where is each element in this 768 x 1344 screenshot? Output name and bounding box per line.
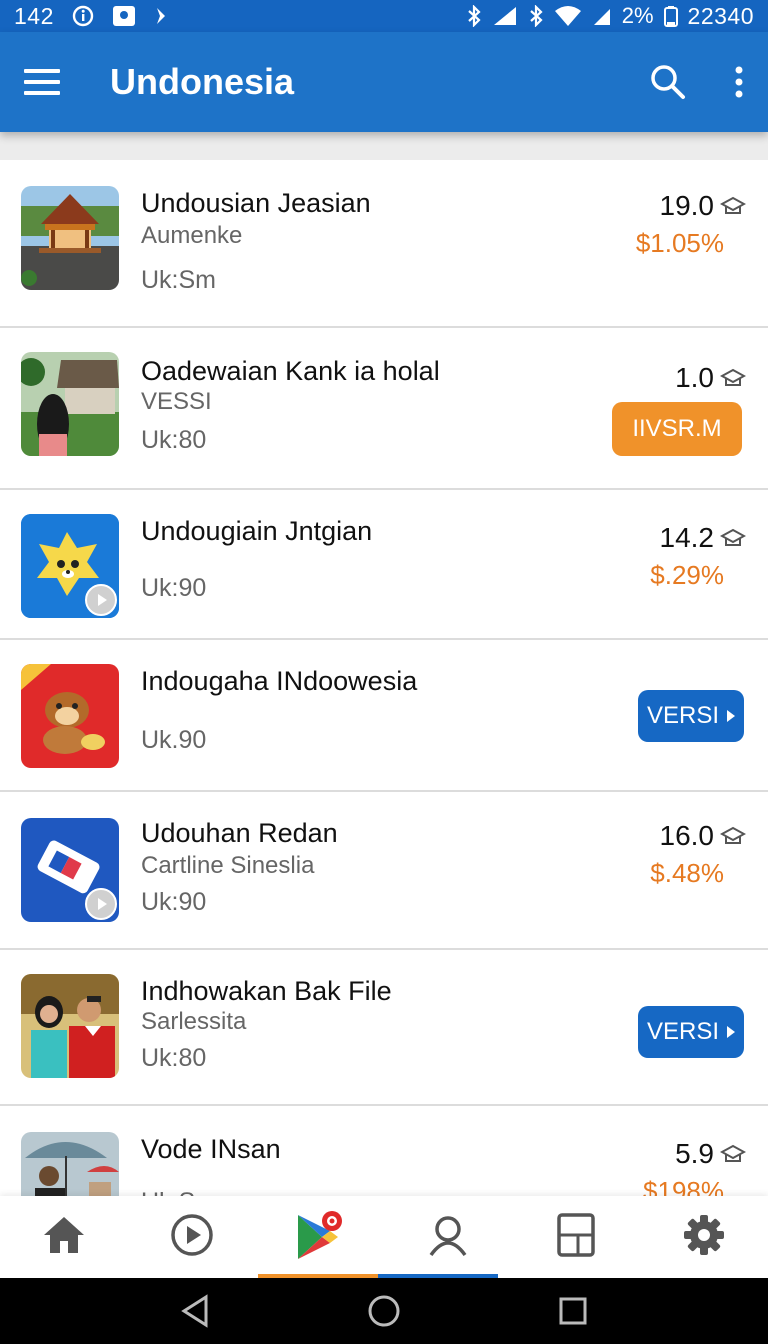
cap-icon [720,1144,746,1162]
clock: 22340 [687,2,754,29]
list-item[interactable]: Udouhan Redan Cartline Sineslia Uk:90 16… [0,792,768,950]
navigation-icon [154,6,168,26]
rating-value: 1.0 [675,362,714,393]
list-item[interactable]: Undousian Jeasian Aumenke Uk:Sm 19.0 $1.… [0,160,768,328]
chevron-right-icon [727,710,736,722]
item-meta: Uk:90 [141,574,207,602]
people-photo [21,974,119,1078]
item-title: Indhowakan Bak File [141,976,392,1006]
versi-button[interactable]: VERSI [638,690,744,742]
puppy-icon [21,664,119,768]
bluetooth-icon [466,5,482,27]
person-search-icon[interactable] [384,1196,512,1274]
more-vertical-icon[interactable] [734,65,744,99]
battery-percent: 2% [621,3,654,28]
signal-icon-2 [592,5,612,27]
list-item[interactable]: Indougaha INdoowesia Uk.90 VERSI [0,640,768,792]
cap-icon [720,368,746,386]
item-title: Undougiain Jntgian [141,516,373,546]
item-subtitle: Aumenke [141,222,243,249]
price-percent: $198% [643,1176,724,1196]
rating: 16.0 [659,820,746,852]
play-badge-icon [85,888,117,920]
back-icon[interactable] [165,1281,225,1341]
home-circle-icon[interactable] [354,1281,414,1341]
recents-icon[interactable] [543,1281,603,1341]
pavilion-photo [21,186,119,290]
list-item[interactable]: Undougiain Jntgian Uk:90 14.2 $.29% [0,490,768,640]
item-title: Vode INsan [141,1134,281,1164]
app-list: Undousian Jeasian Aumenke Uk:Sm 19.0 $1.… [0,160,768,1196]
list-item[interactable]: Oadewaian Kank ia holal VESSI Uk:80 1.0 … [0,328,768,490]
install-button[interactable]: IIVSR.M [612,402,742,456]
page-title: Undonesia [110,61,295,102]
bluetooth-icon-2 [528,5,544,27]
home-icon[interactable] [0,1196,128,1274]
rating-value: 19.0 [659,190,715,221]
cap-icon [720,826,746,844]
item-subtitle: VESSI [141,388,212,415]
umbrella-photo [21,1132,119,1196]
bottom-nav [0,1196,768,1278]
rating-value: 14.2 [659,522,715,553]
rating-value: 16.0 [659,820,715,851]
search-icon[interactable] [650,64,686,100]
gear-icon[interactable] [640,1196,768,1274]
menu-icon[interactable] [24,62,64,102]
rating: 5.9 [675,1138,746,1170]
rating: 1.0 [675,362,746,394]
rating-value: 5.9 [675,1138,714,1169]
play-store-icon[interactable] [256,1196,384,1274]
wifi-icon [554,5,582,27]
item-title: Oadewaian Kank ia holal [141,356,440,386]
status-number: 142 [14,2,54,29]
price-percent: $.29% [650,560,724,590]
play-icon[interactable] [128,1196,256,1274]
chevron-right-icon [727,1026,736,1038]
item-meta: Uk:80 [141,426,207,454]
cap-icon [720,196,746,214]
item-meta: Uk:Sm [141,1188,216,1196]
list-item[interactable]: Vode INsan Uk:Sm 5.9 $198% [0,1106,768,1196]
item-title: Udouhan Redan [141,818,338,848]
system-nav [0,1278,768,1344]
list-item[interactable]: Indhowakan Bak File Sarlessita Uk:80 VER… [0,950,768,1106]
card-icon [21,818,119,922]
battery-icon [663,5,678,27]
item-subtitle: Sarlessita [141,1008,247,1035]
item-meta: Uk.90 [141,726,207,754]
status-bar: 142 2% 22340 [0,0,768,32]
play-badge-icon [85,584,117,616]
item-meta: Uk:80 [141,1044,207,1072]
item-title: Undousian Jeasian [141,188,371,218]
price-percent: $.48% [650,858,724,888]
item-meta: Uk:Sm [141,266,216,294]
cap-icon [720,528,746,546]
rating: 14.2 [659,522,746,554]
versi-button-label: VERSI [646,1018,720,1045]
village-photo [21,352,119,456]
document-icon[interactable] [512,1196,640,1274]
info-icon [72,5,94,27]
divider-strip [0,132,768,160]
signal-icon [492,5,518,27]
item-title: Indougaha INdoowesia [141,666,418,696]
item-meta: Uk:90 [141,888,207,916]
photo-icon [112,5,136,27]
versi-button-label: VERSI [646,702,720,729]
star-mascot-icon [21,514,119,618]
price-percent: $1.05% [635,228,724,258]
versi-button[interactable]: VERSI [638,1006,744,1058]
app-bar: Undonesia [0,32,768,132]
rating: 19.0 [659,190,746,222]
item-subtitle: Cartline Sineslia [141,852,315,879]
